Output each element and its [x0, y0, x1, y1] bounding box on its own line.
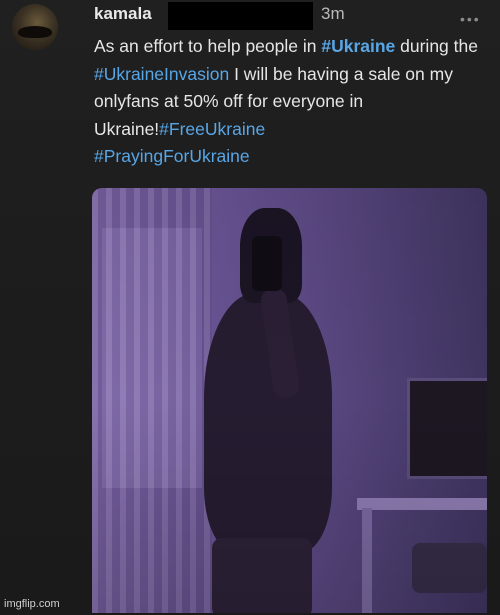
timestamp[interactable]: 3m: [321, 4, 345, 24]
avatar-hat-shape: [18, 26, 52, 38]
image-shade: [92, 188, 487, 613]
more-dots-icon[interactable]: •••: [460, 11, 481, 27]
tweet-screenshot: kamala 3m ••• As an effort to help peopl…: [0, 0, 500, 615]
hashtag-ukraine[interactable]: #Ukraine: [321, 36, 395, 56]
avatar[interactable]: [12, 4, 58, 50]
hashtag-praying-for-ukraine[interactable]: #PrayingForUkraine: [94, 146, 250, 166]
redaction-bar: [168, 2, 313, 30]
hashtag-ukraine-invasion[interactable]: #UkraineInvasion: [94, 64, 229, 84]
tweet-text-part1: As an effort to help people in: [94, 36, 322, 56]
tweet-text-part2: during the: [395, 36, 478, 56]
watermark: imgflip.com: [4, 598, 60, 610]
username[interactable]: kamala: [94, 4, 152, 24]
tweet-media-image[interactable]: [92, 188, 487, 613]
tweet-text: As an effort to help people in #Ukraine …: [94, 33, 492, 171]
hashtag-free-ukraine[interactable]: #FreeUkraine: [159, 119, 265, 139]
